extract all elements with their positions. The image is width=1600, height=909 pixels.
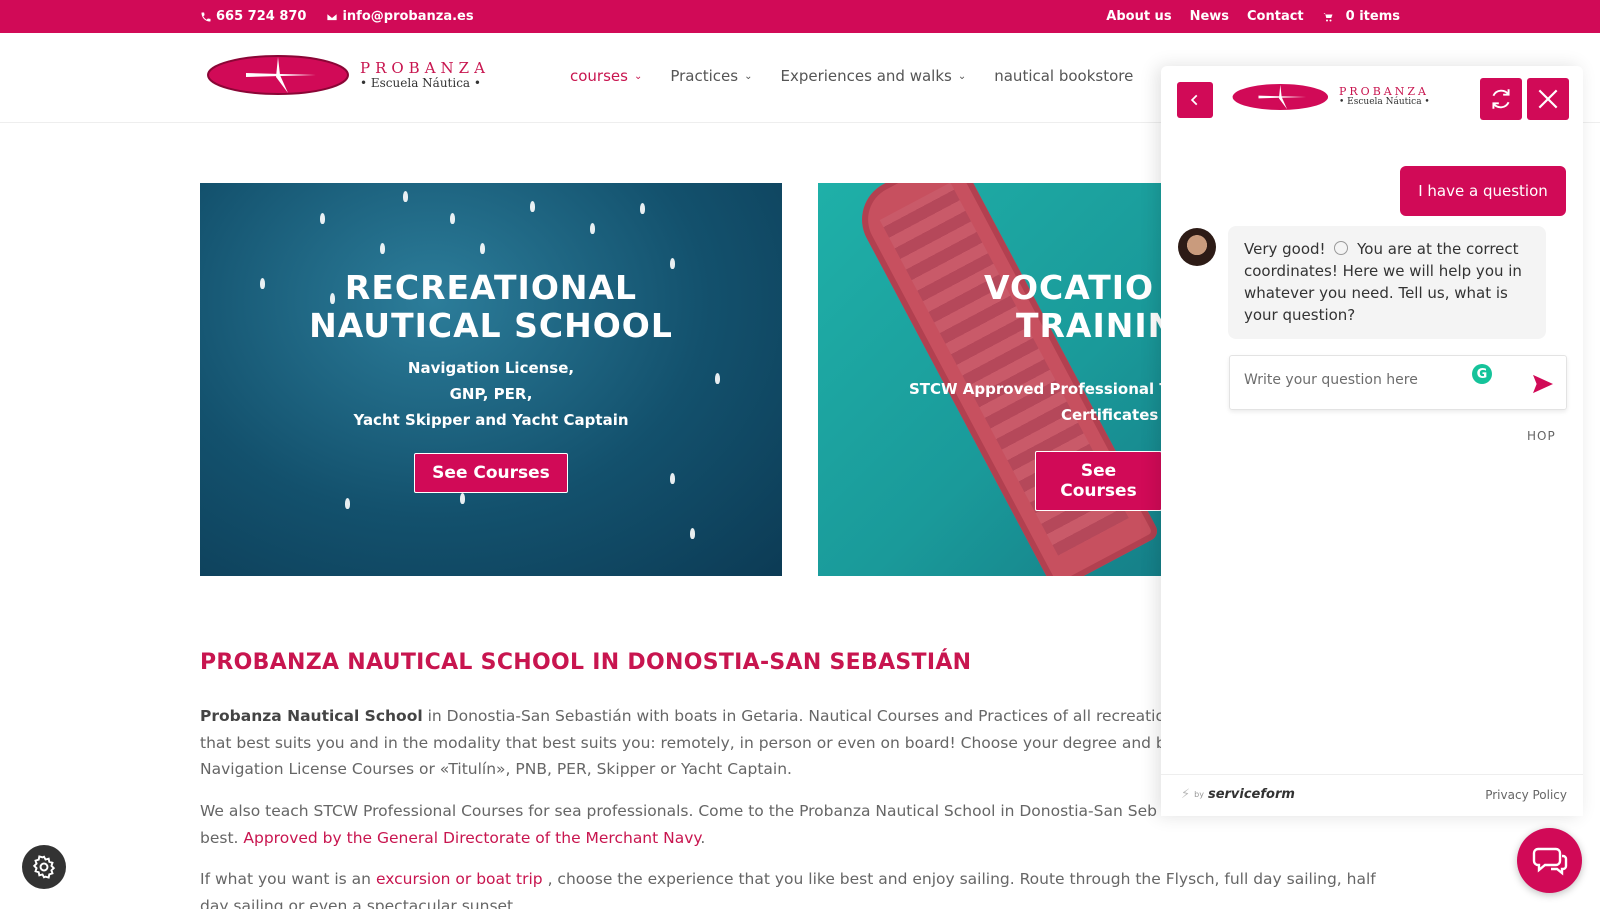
chat-widget: PROBANZA • Escuela Náutica • I have a qu…	[1161, 66, 1583, 816]
vocational-training-card: VOCATIO TRAININ STCW Approved Profession…	[818, 183, 1162, 576]
cart-count: 0 items	[1345, 9, 1400, 24]
chat-logo: PROBANZA • Escuela Náutica •	[1229, 82, 1430, 112]
phone-icon	[201, 12, 211, 21]
chat-close-button[interactable]	[1527, 78, 1569, 120]
chat-question-input[interactable]	[1244, 372, 1464, 388]
site-logo[interactable]: PROBANZA • Escuela Náutica •	[206, 53, 490, 97]
chat-input-box: G	[1229, 355, 1567, 410]
phone-link[interactable]: 665 724 870	[200, 9, 306, 24]
card-title-line1: RECREATIONAL	[344, 268, 638, 307]
para2-end: .	[700, 828, 706, 847]
boat-image	[380, 243, 385, 254]
privacy-policy-link[interactable]: Privacy Policy	[1485, 788, 1567, 802]
merchant-navy-link[interactable]: Approved by the General Directorate of t…	[243, 829, 700, 847]
send-icon[interactable]	[1532, 374, 1554, 394]
chevron-down-icon: ⌄	[744, 70, 753, 82]
logo-name: PROBANZA	[360, 59, 490, 78]
chat-footer: ⚡ by serviceform Privacy Policy	[1161, 774, 1583, 816]
envelope-icon	[327, 12, 338, 21]
boat-image	[403, 191, 408, 202]
boat-image	[640, 203, 645, 214]
chat-bubbles-icon	[1532, 847, 1567, 875]
hop-label: HOP	[1527, 429, 1556, 443]
main-nav: courses ⌄ Practices ⌄ Experiences and walk…	[570, 67, 1182, 85]
cart-link[interactable]: 0 items	[1322, 9, 1400, 24]
boat-image	[460, 493, 465, 504]
about-us-link[interactable]: About us	[1106, 9, 1171, 24]
see-courses-button[interactable]: See Courses	[414, 453, 568, 493]
para3-line2: day sailing or even a spectacular sunset…	[200, 896, 519, 909]
boat-image	[320, 213, 325, 224]
email-address: info@probanza.es	[342, 9, 474, 24]
phone-number: 665 724 870	[216, 9, 307, 24]
serviceform-brand: serviceform	[1207, 787, 1295, 802]
agent-message-part1: Very good!	[1244, 240, 1326, 258]
powered-by-label: by	[1194, 790, 1204, 799]
para2-line1: We also teach STCW Professional Courses …	[200, 802, 1157, 820]
card-subtitle-line2: GNP, PER,	[449, 385, 533, 403]
gear-icon	[32, 855, 56, 879]
chat-logo-subtitle: • Escuela Náutica •	[1339, 97, 1430, 108]
email-link[interactable]: info@probanza.es	[326, 9, 474, 24]
card-subtitle-line2: Certificates	[1061, 406, 1159, 424]
chat-refresh-button[interactable]	[1480, 78, 1522, 120]
cookie-settings-button[interactable]	[22, 845, 66, 889]
refresh-icon	[1492, 89, 1510, 109]
card-subtitle-line3: Yacht Skipper and Yacht Captain	[353, 411, 629, 429]
logo-mark-icon	[207, 55, 349, 95]
top-bar: 665 724 870 info@probanza.es About us Ne…	[0, 0, 1600, 33]
boat-image	[450, 213, 455, 224]
nav-courses[interactable]: courses ⌄	[570, 67, 642, 85]
nav-practices[interactable]: Practices ⌄	[670, 67, 752, 85]
boat-image	[590, 223, 595, 234]
card-subtitle-line1: Navigation License,	[407, 359, 575, 377]
agent-avatar	[1178, 228, 1216, 266]
boat-image	[480, 243, 485, 254]
para1-line2: that best suits you and in the modality …	[200, 733, 1162, 752]
recreational-school-card: RECREATIONAL NAUTICAL SCHOOL Navigation …	[200, 183, 782, 576]
para2-line2: best.	[200, 828, 239, 847]
close-icon	[1538, 89, 1558, 109]
logo-mark-icon	[1232, 84, 1329, 110]
chat-back-button[interactable]	[1177, 82, 1213, 118]
cart-icon	[1323, 12, 1333, 21]
card-text-block: RECREATIONAL NAUTICAL SCHOOL Navigation …	[200, 269, 782, 493]
compass-icon	[1334, 241, 1349, 255]
user-message-bubble[interactable]: I have a question	[1400, 166, 1566, 216]
card-title-line1: VOCATIO	[984, 268, 1155, 307]
news-link[interactable]: News	[1190, 9, 1229, 24]
school-name: Probanza Nautical School	[200, 707, 423, 725]
card-subtitle-block: STCW Approved Professional T Certificate…	[909, 376, 1162, 428]
card-title-block: VOCATIO TRAININ	[968, 269, 1162, 345]
para3-post: , choose the experience that you like be…	[547, 870, 1376, 888]
logo-subtitle: • Escuela Náutica •	[360, 75, 481, 90]
chevron-down-icon: ⌄	[957, 70, 967, 82]
card-title-line2: NAUTICAL SCHOOL	[309, 306, 673, 345]
section-title: PROBANZA NAUTICAL SCHOOL IN DONOSTIA-SAN…	[200, 650, 972, 675]
boat-image	[670, 258, 675, 269]
powered-by-serviceform[interactable]: ⚡ by serviceform	[1181, 787, 1295, 802]
nav-experiences[interactable]: Experiences and walks ⌄	[780, 67, 966, 85]
chat-launcher-button[interactable]	[1517, 828, 1582, 893]
nav-bookstore[interactable]: nautical bookstore	[994, 67, 1133, 85]
agent-message-bubble: Very good! You are at the correct coordi…	[1228, 226, 1546, 339]
excursion-paragraph: If what you want is an excursion or boat…	[200, 866, 1380, 909]
chevron-down-icon: ⌄	[633, 70, 643, 82]
para1-line1: in Donostia-San Sebastián with boats in …	[427, 707, 1162, 725]
bolt-icon: ⚡	[1181, 787, 1191, 802]
card-title-line2: TRAININ	[1016, 306, 1162, 345]
chevron-left-icon	[1190, 94, 1198, 106]
boat-image	[530, 201, 535, 212]
see-courses-button[interactable]: See Courses	[1035, 451, 1162, 511]
card-subtitle-line1: STCW Approved Professional T	[909, 380, 1162, 398]
boat-image	[345, 498, 350, 509]
para3-pre: If what you want is an	[200, 870, 371, 888]
grammarly-icon[interactable]: G	[1472, 364, 1492, 384]
excursion-link[interactable]: excursion or boat trip	[376, 870, 543, 888]
boat-image	[690, 528, 695, 539]
contact-link[interactable]: Contact	[1247, 9, 1304, 24]
